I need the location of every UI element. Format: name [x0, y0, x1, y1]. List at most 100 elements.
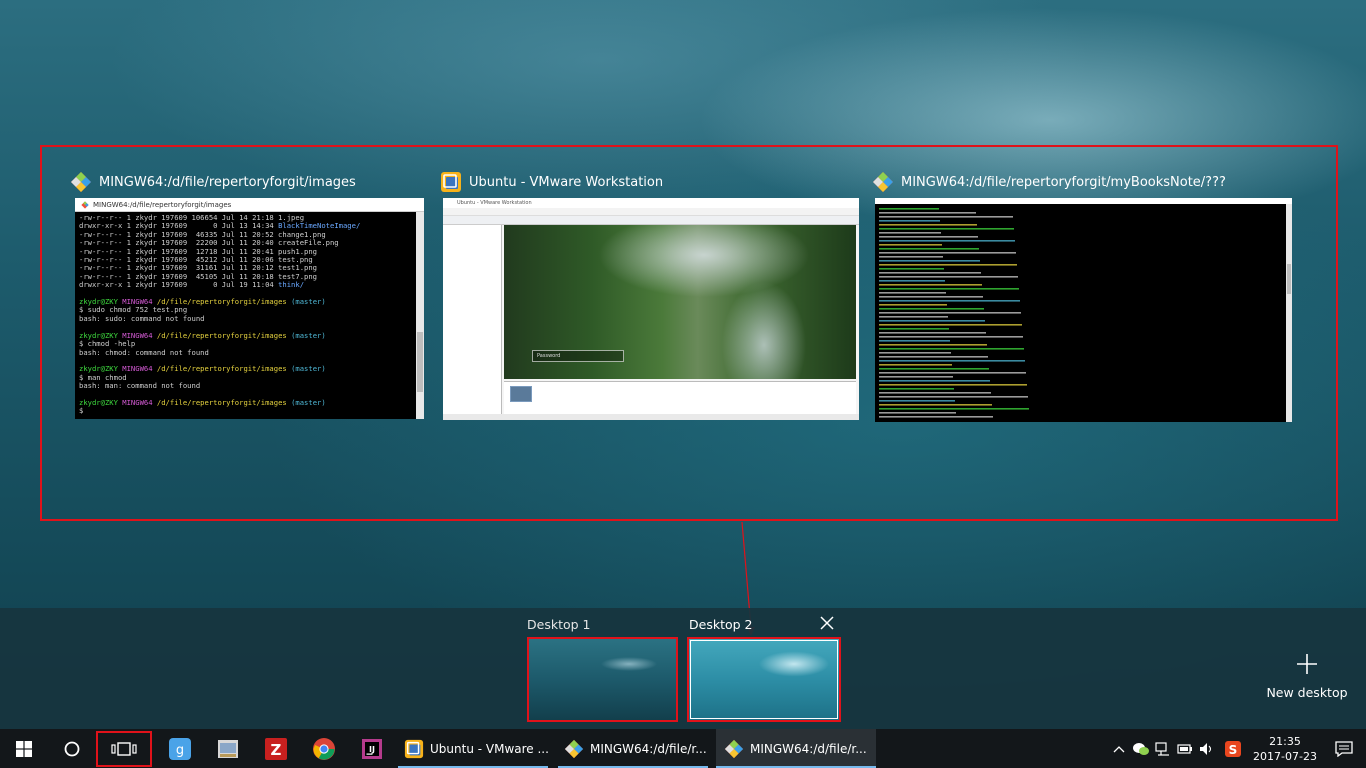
svg-text:Z: Z	[271, 741, 282, 759]
vmware-toolbar	[443, 216, 859, 225]
terminal-text-line	[879, 400, 955, 402]
new-desktop-label: New desktop	[1266, 685, 1348, 700]
tray-volume[interactable]	[1196, 729, 1218, 768]
terminal-line: zkydr@ZKY MINGW64 /d/file/repertoryforgi…	[79, 364, 326, 374]
terminal-text-line	[879, 232, 941, 234]
git-bash-icon	[564, 739, 584, 758]
taskbar-pinned-intellij[interactable]: IJ	[348, 729, 396, 768]
desktop-1-label: Desktop 1	[527, 617, 591, 632]
terminal-text-line	[879, 332, 986, 334]
terminal-scrollbar[interactable]	[416, 212, 424, 419]
tray-sogou-ime[interactable]: S	[1218, 729, 1248, 768]
terminal-text-line	[879, 348, 1024, 350]
system-tray: S 21:35 2017-07-23	[1108, 729, 1366, 768]
vmware-icon	[441, 172, 461, 192]
desktop-2-label: Desktop 2	[689, 617, 753, 632]
terminal-text-line	[879, 300, 1020, 302]
wechat-icon	[1133, 742, 1149, 755]
terminal-output	[879, 208, 1029, 418]
taskbar-pinned-app-2[interactable]	[204, 729, 252, 768]
terminal-thumbnail	[875, 198, 1292, 422]
battery-plug-icon	[1177, 743, 1192, 754]
taskbar-pinned-chrome[interactable]	[300, 729, 348, 768]
terminal-text-line	[879, 256, 943, 258]
terminal-text-line	[879, 412, 956, 414]
chevron-up-icon	[1113, 745, 1125, 752]
terminal-text-line	[879, 328, 949, 330]
taskbar-app-vmware[interactable]: Ubuntu - VMware ...	[396, 729, 556, 768]
window-preview-mingw64-images[interactable]: MINGW64:/d/file/repertoryforgit/images M…	[70, 170, 426, 422]
taskbar-pinned-filezilla[interactable]: Z	[252, 729, 300, 768]
window-header: MINGW64:/d/file/repertoryforgit/images	[70, 170, 426, 194]
task-view-button[interactable]	[96, 730, 152, 767]
window-header: MINGW64:/d/file/repertoryforgit/myBooksN…	[872, 170, 1292, 194]
show-hidden-icons-button[interactable]	[1108, 729, 1130, 768]
intellij-idea-icon: IJ	[362, 738, 382, 759]
svg-text:S: S	[1229, 743, 1238, 757]
tray-wechat[interactable]	[1130, 729, 1152, 768]
vmware-thumbnail: Ubuntu - VMware Workstation Password	[443, 198, 859, 420]
taskbar: g Z IJ Ubuntu - VMware ... MINGW64:/d/fi…	[0, 729, 1366, 768]
plus-icon	[1297, 654, 1317, 674]
terminal-text-line	[879, 320, 985, 322]
file-manager-icon	[218, 739, 238, 758]
window-title: MINGW64:/d/file/repertoryforgit/myBooksN…	[901, 174, 1226, 190]
terminal-text-line	[879, 376, 953, 378]
terminal-text-line	[879, 372, 1026, 374]
terminal-text-line	[879, 296, 983, 298]
ubuntu-login-screen[interactable]: Password	[504, 225, 856, 379]
svg-text:g: g	[176, 743, 184, 758]
windows-logo-icon	[16, 740, 32, 757]
close-desktop-icon[interactable]	[818, 614, 836, 632]
terminal-line: $	[79, 406, 88, 416]
window-preview-mingw64-booksnote[interactable]: MINGW64:/d/file/repertoryforgit/myBooksN…	[872, 170, 1292, 422]
terminal-text-line	[879, 224, 977, 226]
terminal-scrollbar[interactable]	[1286, 204, 1292, 422]
terminal-text-line	[879, 280, 945, 282]
terminal-text-line	[879, 288, 1019, 290]
vmware-statusbar	[443, 414, 859, 420]
clock-time: 21:35	[1269, 734, 1301, 748]
git-bash-icon	[71, 172, 91, 192]
tray-power[interactable]	[1174, 729, 1196, 768]
desktop-1-thumbnail[interactable]	[527, 637, 678, 722]
terminal-text-line	[879, 380, 990, 382]
terminal-text-line	[879, 352, 951, 354]
window-preview-vmware[interactable]: Ubuntu - VMware Workstation Ubuntu - VMw…	[440, 170, 860, 422]
clock[interactable]: 21:35 2017-07-23	[1248, 734, 1322, 764]
desktop-2-thumbnail[interactable]	[687, 637, 841, 722]
terminal-text-line	[879, 268, 944, 270]
vmware-thumbnail-bar	[504, 381, 856, 414]
terminal-thumbnail: MINGW64:/d/file/repertoryforgit/images -…	[75, 198, 424, 419]
terminal-text-line	[879, 364, 952, 366]
start-button[interactable]	[0, 729, 48, 768]
vmware-titlebar: Ubuntu - VMware Workstation	[443, 198, 859, 208]
terminal-line: bash: sudo: command not found	[79, 313, 205, 323]
terminal-text-line	[879, 336, 1023, 338]
terminal-text-line	[879, 416, 993, 418]
terminal-line: bash: chmod: command not found	[79, 347, 209, 357]
password-field[interactable]: Password	[532, 350, 624, 362]
git-bash-icon	[724, 739, 744, 758]
taskbar-pinned-app-1[interactable]: g	[156, 729, 204, 768]
terminal-text-line	[879, 220, 940, 222]
terminal-text-line	[879, 276, 1018, 278]
terminal-text-line	[879, 260, 980, 262]
terminal-text-line	[879, 404, 992, 406]
terminal-text-line	[879, 284, 982, 286]
terminal-title-text: MINGW64:/d/file/repertoryforgit/images	[93, 200, 232, 209]
vmware-menubar	[443, 208, 859, 216]
taskbar-app-label: MINGW64:/d/file/r...	[590, 741, 707, 756]
taskbar-app-mingw64-2[interactable]: MINGW64:/d/file/r...	[716, 729, 876, 768]
terminal-text-line	[879, 212, 976, 214]
tray-network[interactable]	[1152, 729, 1174, 768]
notification-icon	[1335, 740, 1353, 757]
taskbar-app-label: MINGW64:/d/file/r...	[750, 741, 867, 756]
taskbar-app-mingw64-1[interactable]: MINGW64:/d/file/r...	[556, 729, 716, 768]
action-center-button[interactable]	[1322, 729, 1366, 768]
vm-thumbnail[interactable]	[510, 386, 532, 402]
vmware-icon	[404, 739, 424, 758]
cortana-button[interactable]	[48, 729, 96, 768]
new-desktop-button[interactable]: New desktop	[1262, 650, 1352, 700]
filezilla-icon: Z	[265, 737, 287, 760]
